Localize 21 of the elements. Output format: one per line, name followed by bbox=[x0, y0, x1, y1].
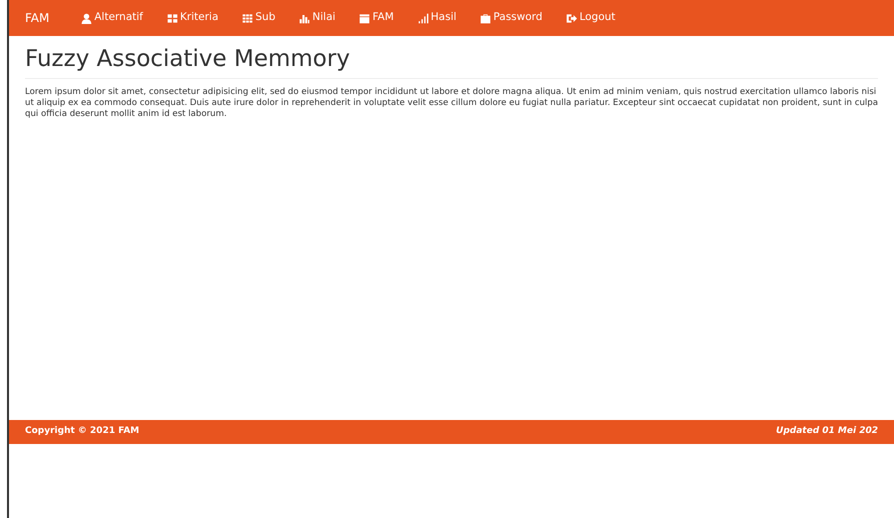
nav-link[interactable]: Logout bbox=[566, 10, 616, 26]
nav-link[interactable]: Hasil bbox=[418, 10, 456, 26]
chart-icon bbox=[299, 12, 310, 24]
nav-link[interactable]: Password bbox=[480, 10, 542, 26]
paragraph: Lorem ipsum dolor sit amet, consectetur adipisicing elit, sed do eiusmod tempor incididunt ut labore et dolore magna aliqua. Ut enim ad minim veniam, quis nostrud exercitation ullamco laboris nisi ut aliquip ex ea commodo consequat. Duis aute irure dolor in reprehenderit in voluptate velit esse cillum dolore eu fugiat nulla pariatur. Excepteur sint occaecat cupidatat non proident, sunt in culpa qui officia deserunt mollit anim id est laborum. bbox=[25, 86, 878, 120]
updated-text: Updated 01 Mei 202 bbox=[776, 425, 878, 438]
nav-link[interactable]: Kriteria bbox=[167, 10, 218, 26]
grid-icon bbox=[167, 12, 178, 24]
briefcase-icon bbox=[480, 12, 492, 24]
calendar-icon bbox=[359, 12, 370, 24]
nav-link[interactable]: FAM bbox=[359, 10, 394, 26]
copyright-text: Copyright © 2021 FAM bbox=[25, 425, 140, 438]
nav-link[interactable]: Sub bbox=[242, 10, 276, 26]
table-icon bbox=[242, 12, 254, 24]
logout-icon bbox=[566, 12, 578, 24]
user-icon bbox=[81, 12, 92, 24]
signal-icon bbox=[418, 12, 429, 24]
nav-link[interactable]: Nilai bbox=[299, 10, 336, 26]
page-title: Fuzzy Associative Memmory bbox=[25, 46, 878, 79]
nav-link[interactable]: Alternatif bbox=[81, 10, 144, 26]
brand-link[interactable]: FAM bbox=[25, 9, 50, 27]
